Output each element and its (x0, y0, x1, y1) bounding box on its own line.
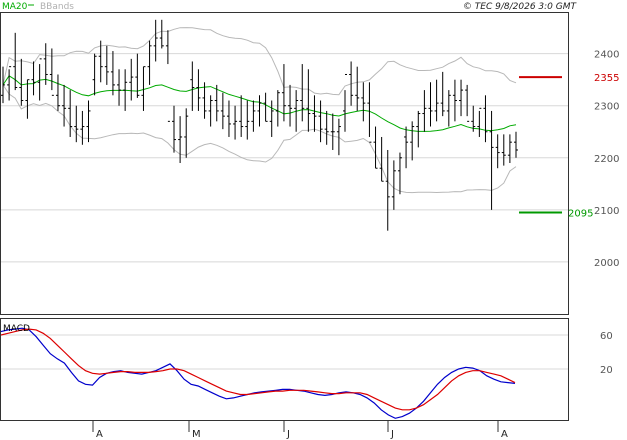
price-y-tick-label: 2400 (594, 50, 619, 61)
level-label: 2095 (568, 208, 593, 219)
price-y-tick-label: 2100 (594, 206, 619, 217)
chart-canvas: 23552095 20002100220023002400 2060 AMJJA… (0, 2, 619, 440)
x-tick-label: A (501, 429, 508, 440)
x-tick-label: J (286, 429, 290, 440)
price-y-tick-label: 2300 (594, 102, 619, 113)
macd-y-tick-label: 20 (600, 365, 613, 376)
price-panel (0, 12, 569, 315)
x-tick-label: J (390, 429, 394, 440)
legend-ma20: MA20 (2, 2, 28, 12)
price-y-tick-label: 2200 (594, 154, 619, 165)
copyright-text: © TEC 9/8/2026 3:0 GMT (463, 2, 578, 12)
macd-y-tick-label: 60 (600, 331, 613, 342)
x-tick-label: M (192, 429, 201, 440)
x-tick-label: A (96, 429, 103, 440)
macd-title: MACD (3, 324, 30, 334)
legend-bbands: BBands (40, 2, 74, 12)
macd-y-ticks: 2060 (600, 331, 613, 376)
price-y-tick-label: 2000 (594, 258, 619, 269)
x-axis: AMJJA (92, 420, 508, 440)
level-label: 2355 (594, 73, 619, 84)
